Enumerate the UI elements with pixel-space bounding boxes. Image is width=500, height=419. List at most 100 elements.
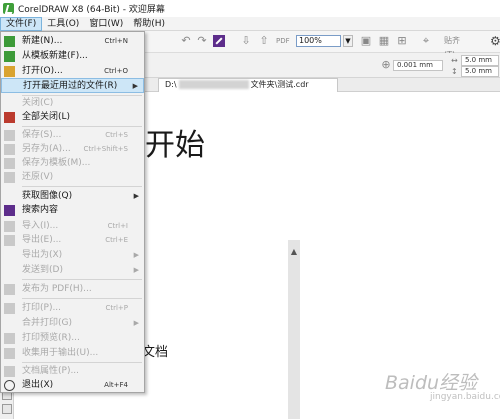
menu-tools[interactable]: 工具(O)	[42, 17, 84, 31]
rulers-icon[interactable]: ▦	[378, 35, 390, 47]
open-folder-icon	[4, 66, 15, 77]
menu-item-document-properties[interactable]: 文档属性(P)...	[1, 364, 144, 379]
submenu-arrow-icon: ▶	[133, 251, 139, 259]
menu-item-open-recent[interactable]: 打开最近用过的文件(R) ▶	[1, 78, 144, 93]
menu-item-open[interactable]: 打开(O)... Ctrl+O	[1, 64, 144, 79]
launch-app-icon[interactable]	[213, 35, 225, 47]
document-tab[interactable]: D:\ 文件夹\测试.cdr	[158, 78, 338, 92]
collect-output-icon	[4, 348, 15, 359]
menu-item-label: 全部关闭(L)	[22, 112, 71, 122]
new-document-icon	[4, 36, 15, 47]
grid-icon[interactable]: ⊞	[396, 35, 408, 47]
menu-item-collect-for-output[interactable]: 收集用于输出(U)...	[1, 346, 144, 361]
menu-item-label: 文档属性(P)...	[22, 366, 80, 376]
import-icon	[4, 221, 15, 232]
scroll-up-icon[interactable]: ▲	[288, 246, 300, 258]
menu-item-new-from-template[interactable]: 从模板新建(F)...	[1, 49, 144, 64]
menu-help[interactable]: 帮助(H)	[128, 17, 170, 31]
menu-item-import[interactable]: 导入(I)... Ctrl+I	[1, 219, 144, 234]
snap-to-button[interactable]: 贴齐(T)	[444, 34, 464, 59]
menu-item-close[interactable]: 关闭(C)	[1, 96, 144, 111]
zoom-dropdown-icon[interactable]: ▼	[343, 35, 353, 47]
zoom-level-input[interactable]: 100%	[296, 35, 341, 47]
menu-item-send-to[interactable]: 发送到(D) ▶	[1, 263, 144, 278]
menu-item-label: 关闭(C)	[22, 98, 54, 108]
menu-item-exit[interactable]: 退出(X) Alt+F4	[1, 378, 144, 393]
menu-item-label: 打印(P)...	[22, 303, 62, 313]
print-preview-icon	[4, 333, 15, 344]
menu-file[interactable]: 文件(F)	[0, 16, 43, 31]
menu-item-acquire-image[interactable]: 获取图像(Q) ▶	[1, 189, 144, 204]
menu-item-label: 另存为(A)...	[22, 144, 71, 154]
search-content-icon	[4, 205, 15, 216]
close-all-icon	[4, 112, 15, 123]
guidelines-icon[interactable]: ⌖	[420, 35, 432, 47]
menu-item-export-for[interactable]: 导出为(X) ▶	[1, 248, 144, 263]
menu-item-save-as[interactable]: 另存为(A)... Ctrl+Shift+S	[1, 142, 144, 157]
submenu-arrow-icon: ▶	[132, 82, 138, 90]
save-as-icon	[4, 144, 15, 155]
print-icon	[4, 303, 15, 314]
menu-item-save[interactable]: 保存(S)... Ctrl+S	[1, 128, 144, 143]
toolbox-tool-icon[interactable]	[2, 404, 12, 414]
menu-separator	[22, 298, 142, 299]
pdf-icon	[4, 284, 15, 295]
menu-item-print-preview[interactable]: 打印预览(R)...	[1, 331, 144, 346]
menu-item-label: 发布为 PDF(H)...	[22, 284, 92, 294]
menu-item-export[interactable]: 导出(E)... Ctrl+E	[1, 233, 144, 248]
window-title: CorelDRAW X8 (64-Bit) - 欢迎屏幕	[18, 5, 165, 15]
document-tab-suffix: 文件夹\测试.cdr	[250, 80, 309, 89]
submenu-arrow-icon: ▶	[133, 192, 139, 200]
undo-icon[interactable]: ↶	[180, 35, 192, 47]
menu-item-revert[interactable]: 还原(V)	[1, 170, 144, 185]
menu-separator	[22, 186, 142, 187]
coreldraw-app-icon	[3, 3, 14, 14]
menu-item-search-content[interactable]: 搜索内容	[1, 203, 144, 218]
menu-item-print-merge[interactable]: 合并打印(G) ▶	[1, 316, 144, 331]
menu-item-close-all[interactable]: 全部关闭(L)	[1, 110, 144, 125]
redo-icon[interactable]: ↷	[196, 35, 208, 47]
menu-item-shortcut: Ctrl+I	[107, 222, 128, 230]
file-menu: 新建(N)... Ctrl+N 从模板新建(F)... 打开(O)... Ctr…	[0, 31, 145, 393]
menu-item-shortcut: Ctrl+P	[105, 304, 128, 312]
menu-item-label: 保存为模板(M)...	[22, 158, 91, 168]
menu-item-shortcut: Ctrl+O	[104, 67, 128, 75]
menu-item-label: 从模板新建(F)...	[22, 51, 88, 61]
menu-item-label: 收集用于输出(U)...	[22, 348, 99, 358]
welcome-heading: 开始	[145, 128, 205, 163]
dup-y-icon: ↕	[451, 67, 458, 76]
menu-item-label: 新建(N)...	[22, 36, 63, 46]
menu-item-shortcut: Ctrl+N	[104, 37, 128, 45]
nudge-distance-input[interactable]: 0.001 mm	[393, 60, 443, 71]
export-toolbar-icon[interactable]: ⇧	[258, 35, 270, 47]
menu-item-publish-pdf[interactable]: 发布为 PDF(H)...	[1, 282, 144, 297]
revert-icon	[4, 172, 15, 183]
duplicate-x-input[interactable]: 5.0 mm	[461, 55, 499, 66]
dup-x-icon: ↔	[451, 56, 458, 65]
pdf-toolbar-icon[interactable]: PDF	[276, 35, 290, 47]
menu-item-label: 保存(S)...	[22, 130, 62, 140]
menu-item-new[interactable]: 新建(N)... Ctrl+N	[1, 34, 144, 49]
nudge-icon: ⊕	[381, 58, 391, 71]
menu-item-shortcut: Ctrl+Shift+S	[83, 145, 128, 153]
submenu-arrow-icon: ▶	[133, 266, 139, 274]
menu-item-print[interactable]: 打印(P)... Ctrl+P	[1, 301, 144, 316]
full-screen-icon[interactable]: ▣	[360, 35, 372, 47]
redacted-path	[178, 80, 249, 89]
menu-item-label: 合并打印(G)	[22, 318, 72, 328]
duplicate-y-input[interactable]: 5.0 mm	[461, 66, 499, 77]
scrollbar[interactable]	[288, 240, 300, 419]
watermark-logo: Baidu经验	[385, 372, 478, 394]
exit-icon	[4, 380, 15, 391]
new-from-template-icon	[4, 51, 15, 62]
import-toolbar-icon[interactable]: ⇩	[240, 35, 252, 47]
menu-bar: 文件(F) 工具(O) 窗口(W) 帮助(H)	[0, 16, 500, 31]
document-tab-prefix: D:\	[165, 80, 177, 89]
menu-separator	[22, 279, 142, 280]
menu-item-save-as-template[interactable]: 保存为模板(M)...	[1, 156, 144, 171]
menu-window[interactable]: 窗口(W)	[84, 17, 128, 31]
menu-item-shortcut: Alt+F4	[104, 381, 128, 389]
export-icon	[4, 235, 15, 246]
menu-item-label: 还原(V)	[22, 172, 54, 182]
gear-icon[interactable]: ⚙	[490, 34, 500, 48]
